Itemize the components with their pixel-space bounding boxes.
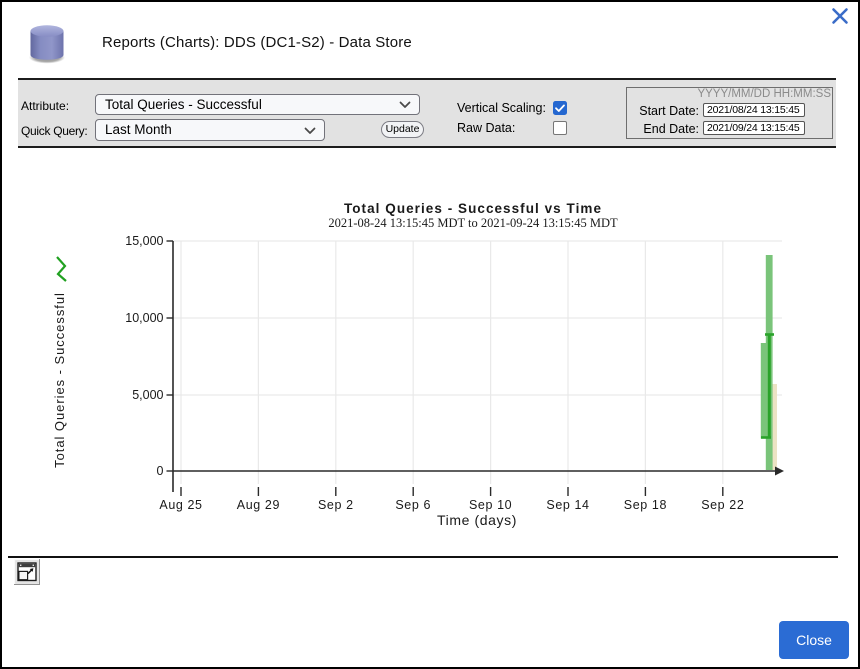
svg-text:Aug 25: Aug 25	[159, 498, 202, 512]
svg-text:Time (days): Time (days)	[437, 512, 517, 528]
svg-text:Sep 6: Sep 6	[395, 498, 431, 512]
svg-text:0: 0	[157, 464, 164, 478]
svg-text:Aug 29: Aug 29	[237, 498, 280, 512]
svg-text:Sep 2: Sep 2	[318, 498, 354, 512]
svg-text:10,000: 10,000	[125, 311, 163, 325]
svg-text:Sep 18: Sep 18	[624, 498, 667, 512]
svg-text:15,000: 15,000	[125, 234, 163, 248]
svg-text:Sep 14: Sep 14	[546, 498, 589, 512]
svg-text:Sep 10: Sep 10	[469, 498, 512, 512]
svg-text:Total Queries - Successful: Total Queries - Successful	[52, 292, 67, 468]
svg-text:Sep 22: Sep 22	[701, 498, 744, 512]
svg-text:5,000: 5,000	[132, 388, 163, 402]
